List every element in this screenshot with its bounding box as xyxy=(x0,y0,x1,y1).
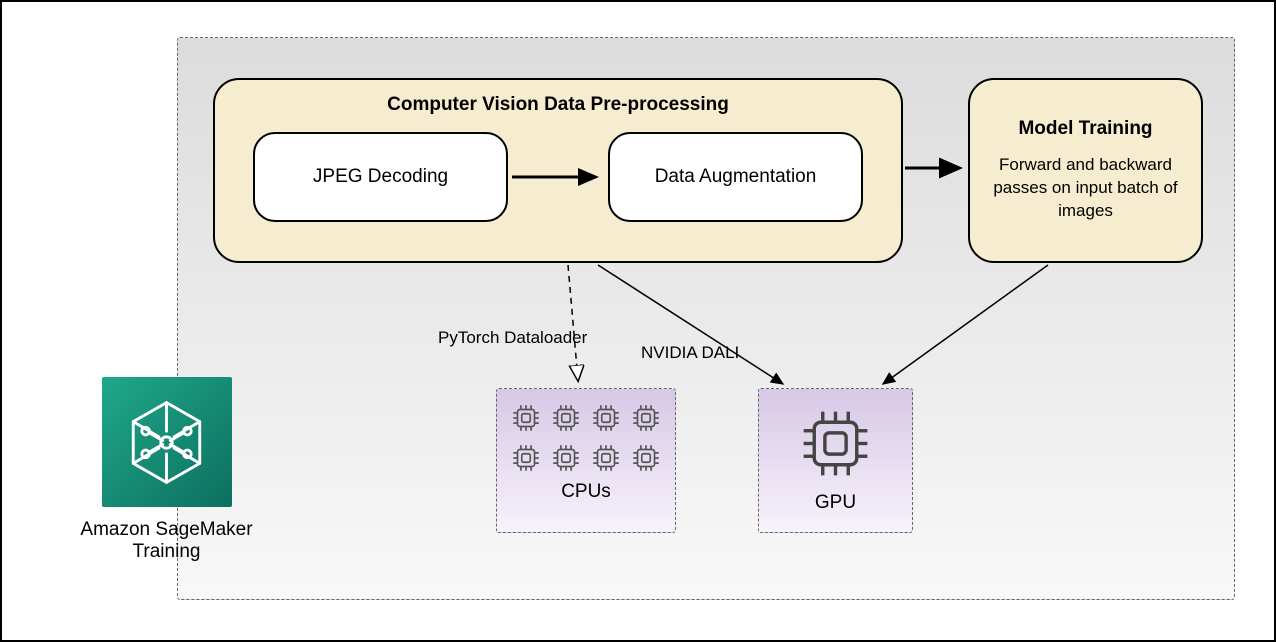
cpu-chip-icon xyxy=(629,441,663,475)
jpeg-decoding-label: JPEG Decoding xyxy=(313,166,448,188)
model-training-title: Model Training xyxy=(1018,118,1152,140)
cpu-chip-icon xyxy=(549,401,583,435)
sagemaker-icon xyxy=(102,377,232,507)
cpu-chip-icon xyxy=(509,401,543,435)
gpu-box: GPU xyxy=(758,388,913,533)
preprocessing-group: Computer Vision Data Pre-processing JPEG… xyxy=(213,78,903,263)
cpu-chip-icon xyxy=(629,401,663,435)
instance-container: Computer Vision Data Pre-processing JPEG… xyxy=(177,37,1235,600)
gpu-label: GPU xyxy=(767,492,904,514)
arrow-decode-to-augment xyxy=(508,167,608,187)
cpu-chip-icon xyxy=(589,441,623,475)
cpus-box: CPUs xyxy=(496,388,676,533)
pytorch-dataloader-label: PyTorch Dataloader xyxy=(438,328,587,348)
nvidia-dali-label: NVIDIA DALI xyxy=(641,343,739,363)
preprocessing-title: Computer Vision Data Pre-processing xyxy=(235,94,881,116)
cpu-chip-icon xyxy=(589,401,623,435)
jpeg-decoding-box: JPEG Decoding xyxy=(253,132,508,222)
preprocessing-steps-row: JPEG Decoding Data Augmentation xyxy=(235,132,881,222)
cpu-chip-grid xyxy=(505,401,667,475)
data-augmentation-label: Data Augmentation xyxy=(655,166,817,188)
cpu-chip-icon xyxy=(549,441,583,475)
cpu-chip-icon xyxy=(509,441,543,475)
data-augmentation-box: Data Augmentation xyxy=(608,132,863,222)
model-training-box: Model Training Forward and backward pass… xyxy=(968,78,1203,263)
diagram-frame: Computer Vision Data Pre-processing JPEG… xyxy=(0,0,1276,642)
sagemaker-label: Amazon SageMaker Training xyxy=(49,519,284,563)
cpus-label: CPUs xyxy=(505,481,667,503)
gpu-chip-icon xyxy=(767,401,904,486)
model-training-subtitle: Forward and backward passes on input bat… xyxy=(988,154,1183,223)
sagemaker-block: Amazon SageMaker Training xyxy=(49,377,284,563)
